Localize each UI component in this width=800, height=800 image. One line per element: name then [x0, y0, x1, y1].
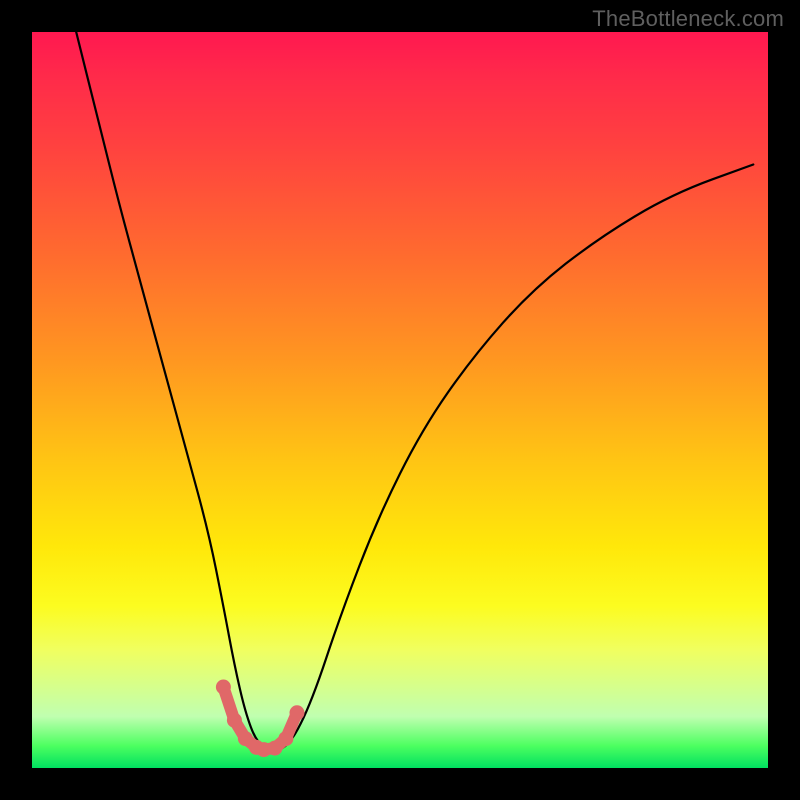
highlight-dot — [290, 705, 305, 720]
plot-area — [32, 32, 768, 768]
bottleneck-curve-line — [76, 32, 753, 750]
highlight-band-dots — [216, 680, 305, 758]
chart-svg — [32, 32, 768, 768]
highlight-dot — [278, 731, 293, 746]
watermark-text: TheBottleneck.com — [592, 6, 784, 32]
highlight-dot — [216, 680, 231, 695]
highlight-dot — [227, 713, 242, 728]
chart-frame: TheBottleneck.com — [0, 0, 800, 800]
